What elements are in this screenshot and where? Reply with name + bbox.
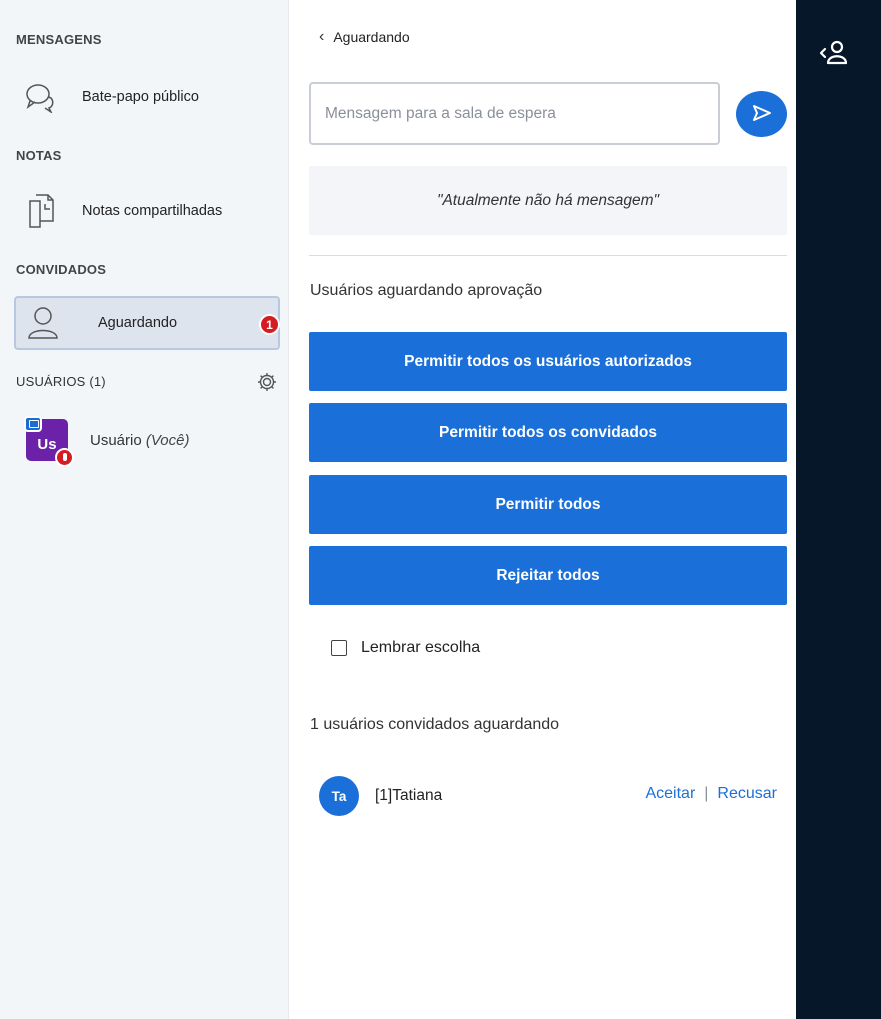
notes-section-title: NOTAS [16,148,62,163]
waiting-count-badge: 1 [259,314,280,335]
users-section-title: USUÁRIOS (1) [16,374,106,389]
right-rail [796,0,881,1019]
send-icon [752,104,772,125]
guest-name: [1]Tatiana [375,787,443,804]
user-name: Usuário (Você) [90,432,189,449]
avatar: Us [24,416,74,467]
user-list-item[interactable]: Us Usuário (Você) [24,414,276,467]
panel-title: Aguardando [333,29,410,45]
user-name-text: Usuário [90,431,142,449]
chevron-left-icon: ‹ [319,28,325,45]
allow-all-authenticated-button[interactable]: Permitir todos os usuários autorizados [309,332,787,391]
users-toggle-icon[interactable] [816,38,852,70]
remember-choice-toggle[interactable]: Lembrar escolha [331,639,480,657]
allow-everyone-button[interactable]: Permitir todos [309,475,787,534]
waiting-room-message-input[interactable] [309,82,720,145]
divider [309,255,787,256]
sidebar-item-shared-notes[interactable]: Notas compartilhadas [14,184,280,238]
send-button[interactable] [736,91,787,137]
sidebar-item-public-chat[interactable]: Bate-papo público [14,70,280,124]
guests-waiting-count: 1 usuários convidados aguardando [310,716,560,733]
remember-choice-label: Lembrar escolha [361,639,481,656]
remember-choice-checkbox[interactable] [331,640,347,656]
messages-section-title: MENSAGENS [16,32,102,47]
waiting-approval-title: Usuários aguardando aprovação [310,282,543,299]
accept-guest-link[interactable]: Aceitar [645,785,695,803]
waiting-label: Aguardando [98,315,178,331]
deny-everyone-button[interactable]: Rejeitar todos [309,546,787,605]
guest-avatar: Ta [319,776,359,816]
empty-message-box: "Atualmente não há mensagem" [309,166,787,235]
user-you-tag: (Você) [145,431,190,449]
allow-all-guests-button[interactable]: Permitir todos os convidados [309,403,787,462]
avatar-initials: Us [37,436,57,453]
waiting-room-panel: ‹ Aguardando "Atualmente não há mensagem… [289,0,796,1019]
user-icon [20,303,66,343]
presenter-icon [24,416,42,432]
sidebar: MENSAGENS Bate-papo público NOTAS Notas … [0,0,289,1019]
muted-mic-icon [55,448,74,467]
sidebar-item-waiting[interactable]: Aguardando 1 [14,296,280,350]
guest-list-item: Ta [1]Tatiana Aceitar | Recusar [319,775,789,817]
actions-separator: | [704,785,709,802]
guests-section-title: CONVIDADOS [16,262,107,277]
public-chat-label: Bate-papo público [82,89,199,105]
guest-actions: Aceitar | Recusar [645,785,777,803]
reject-guest-link[interactable]: Recusar [717,785,777,803]
chat-icon [18,77,64,117]
shared-notes-label: Notas compartilhadas [82,203,223,219]
back-button[interactable]: ‹ Aguardando [319,28,410,46]
notes-icon [18,191,64,231]
gear-icon[interactable] [256,371,278,393]
